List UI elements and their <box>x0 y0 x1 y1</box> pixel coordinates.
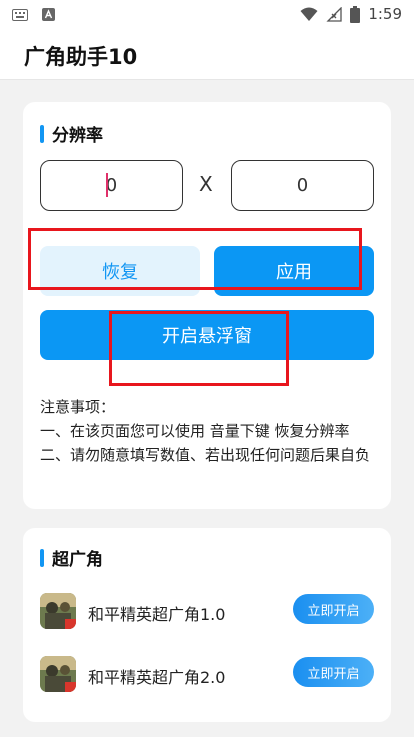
status-left <box>12 8 55 21</box>
signal-icon <box>326 6 342 22</box>
wifi-icon <box>300 7 318 21</box>
open-now-button[interactable]: 立即开启 <box>293 657 374 687</box>
status-time: 1:59 <box>368 5 402 23</box>
text-cursor <box>106 173 108 197</box>
keyboard-icon <box>12 8 28 21</box>
height-input[interactable] <box>231 160 374 211</box>
game-name: 和平精英超广角1.0 <box>88 605 226 624</box>
app-bar: 广角助手10 <box>0 30 414 80</box>
status-right: 1:59 <box>300 5 402 23</box>
game-app-icon <box>40 593 76 629</box>
apply-button[interactable]: 应用 <box>214 246 374 296</box>
wide-section-title: 超广角 <box>52 550 103 570</box>
notes-heading: 注意事项： <box>40 398 116 416</box>
wide-section-header: 超广角 <box>40 545 103 570</box>
battery-icon <box>350 5 361 23</box>
notes-item-2: 二、请勿随意填写数值、若出现任何问题后果自负 <box>40 446 371 464</box>
resolution-section-title: 分辨率 <box>52 126 103 146</box>
resolution-section-header: 分辨率 <box>40 121 103 146</box>
resolution-card: 分辨率 X 恢复 应用 开启悬浮窗 注意事项： 一、在该页面您可以使用 音量下键… <box>23 102 391 509</box>
restore-button[interactable]: 恢复 <box>40 246 200 296</box>
width-input[interactable] <box>40 160 183 211</box>
page-title: 广角助手10 <box>24 45 138 69</box>
game-app-icon <box>40 656 76 692</box>
open-now-button[interactable]: 立即开启 <box>293 594 374 624</box>
status-bar: 1:59 <box>0 0 414 30</box>
game-name: 和平精英超广角2.0 <box>88 668 226 687</box>
notes-block: 注意事项： 一、在该页面您可以使用 音量下键 恢复分辨率 二、请勿随意填写数值、… <box>40 395 380 467</box>
wide-angle-card: 超广角 和平精英超广角1.0 立即开启 和平精英超广角2.0 立即开启 <box>23 528 391 722</box>
a-notification-icon <box>42 8 55 21</box>
list-item: 和平精英超广角2.0 立即开启 <box>40 656 374 696</box>
notes-item-1: 一、在该页面您可以使用 音量下键 恢复分辨率 <box>40 422 350 440</box>
open-floating-window-button[interactable]: 开启悬浮窗 <box>40 310 374 360</box>
resolution-separator: X <box>199 172 213 196</box>
section-accent-bar <box>40 548 44 567</box>
section-accent-bar <box>40 124 44 143</box>
list-item: 和平精英超广角1.0 立即开启 <box>40 593 374 633</box>
